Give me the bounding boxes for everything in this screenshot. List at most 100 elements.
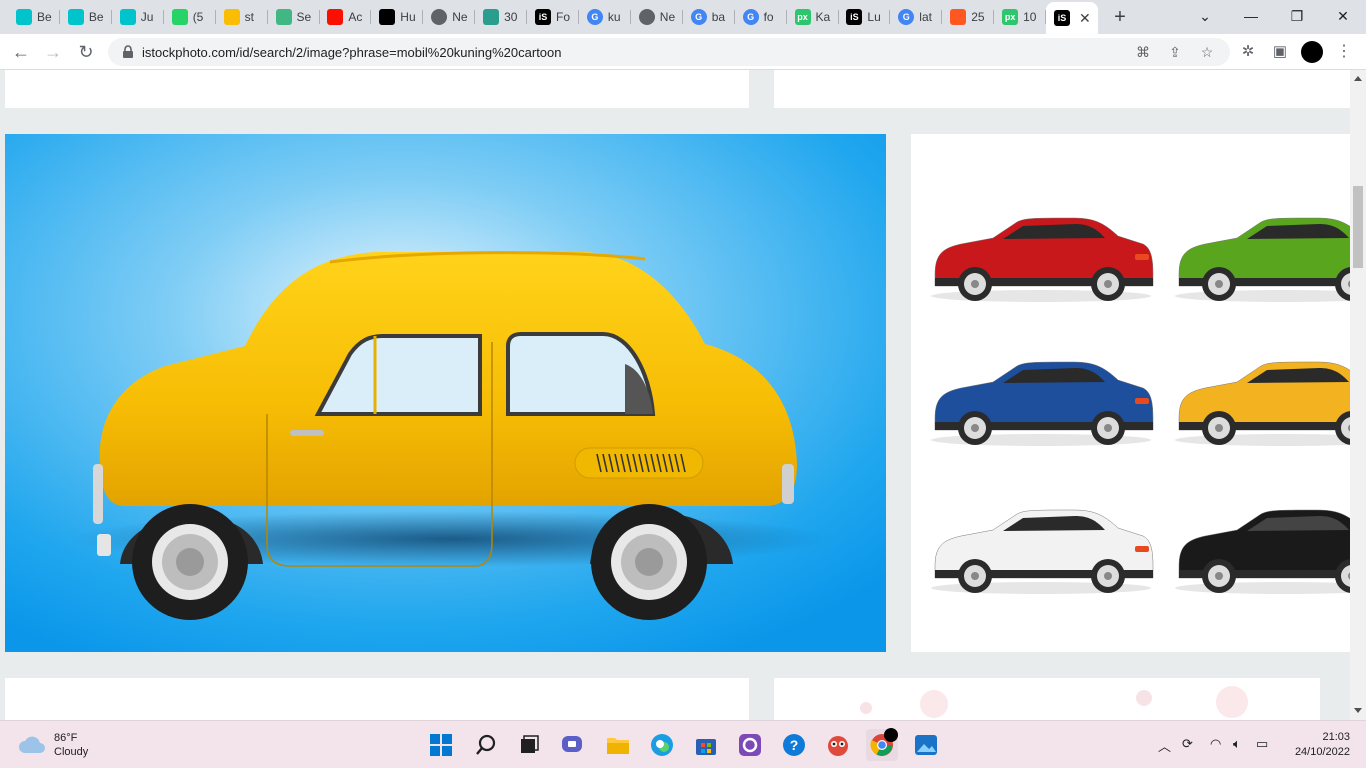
istock-icon: iS <box>846 9 863 25</box>
weather-widget[interactable]: 86°F Cloudy <box>18 731 88 759</box>
edge-button[interactable] <box>646 729 678 761</box>
new-tab-button[interactable]: + <box>1108 6 1132 28</box>
tab-search-icon[interactable]: ⌄ <box>1182 4 1228 28</box>
url-text: istockphoto.com/id/search/2/image?phrase… <box>142 45 562 60</box>
close-window-button[interactable]: ✕ <box>1320 4 1366 28</box>
system-clock[interactable]: 21:03 24/10/2022 <box>1288 730 1350 760</box>
result-card-top-right[interactable] <box>774 70 1350 108</box>
tab-10[interactable]: iS Fo <box>527 4 579 30</box>
tab-label: lat <box>919 10 932 24</box>
tab-label: Lu <box>867 10 881 24</box>
istock-icon: iS <box>1054 10 1070 26</box>
tab-8[interactable]: Ne <box>423 4 476 30</box>
profile-avatar[interactable] <box>1301 41 1323 63</box>
tab-0[interactable]: Be <box>8 4 60 30</box>
windows-taskbar: 86°F Cloudy ? ︿ ⟳ ◠ 🔈︎ ▭ 21:03 24/10/202… <box>0 720 1366 768</box>
page-scrollbar[interactable] <box>1350 70 1366 720</box>
scroll-down-icon[interactable] <box>1354 708 1362 713</box>
extensions-icon[interactable]: ✲ <box>1238 42 1258 62</box>
tab-9[interactable]: 30 <box>475 4 528 30</box>
store-button[interactable] <box>690 729 722 761</box>
browser-menu-icon[interactable]: ⋮ <box>1336 42 1352 62</box>
tab-4[interactable]: st <box>216 4 268 30</box>
scroll-up-icon[interactable] <box>1354 76 1362 81</box>
tray-overflow-icon[interactable]: ︿ <box>1158 736 1171 755</box>
tab-3[interactable]: (5 <box>164 4 216 30</box>
tab-label: Ac <box>348 10 363 24</box>
tab-18[interactable]: 25 <box>942 4 995 30</box>
result-image-suv-set[interactable] <box>911 134 1366 652</box>
tab-label: st <box>244 10 254 24</box>
svg-text:?: ? <box>790 737 799 753</box>
pixabay-icon: px <box>794 9 811 25</box>
minimize-button[interactable]: — <box>1228 4 1274 28</box>
game-app-button[interactable] <box>822 729 854 761</box>
address-bar[interactable]: istockphoto.com/id/search/2/image?phrase… <box>108 38 1230 66</box>
suv-5 <box>1175 509 1366 594</box>
close-tab-icon[interactable]: ✕ <box>1079 10 1091 27</box>
tab-11[interactable]: Gku <box>579 4 631 30</box>
tab-7[interactable]: Hu <box>371 4 424 30</box>
tab-17[interactable]: Glat <box>890 4 943 30</box>
weather-desc: Cloudy <box>54 746 89 758</box>
dreamstime-icon <box>483 9 500 25</box>
tab-active[interactable]: iS ✕ <box>1046 2 1098 34</box>
search-button[interactable] <box>470 729 502 761</box>
task-view-icon <box>521 735 539 753</box>
result-image-yellow-car[interactable] <box>5 134 886 652</box>
help-button[interactable]: ? <box>778 729 810 761</box>
translate-icon[interactable]: ⌘ <box>1134 43 1152 61</box>
shutterstock-icon <box>379 9 396 25</box>
side-panel-icon[interactable]: ▣ <box>1270 42 1290 62</box>
suv-4 <box>931 509 1154 594</box>
tab-label: 10 <box>1023 10 1037 24</box>
weather-temp: 86°F <box>54 732 78 744</box>
sync-icon[interactable]: ⟳ <box>1182 736 1193 752</box>
tab-16[interactable]: iS Lu <box>838 4 891 30</box>
forward-button[interactable]: → <box>41 40 65 64</box>
tab-13[interactable]: Gba <box>683 4 735 30</box>
back-button[interactable]: ← <box>9 40 33 64</box>
share-icon[interactable]: ⇪ <box>1166 43 1184 61</box>
result-card-top-left[interactable] <box>5 70 749 108</box>
browser-toolbar: ← → ↻ istockphoto.com/id/search/2/image?… <box>0 34 1366 70</box>
canva-icon <box>67 9 84 25</box>
chrome-icon <box>638 9 655 25</box>
bookmark-star-icon[interactable]: ☆ <box>1198 43 1216 61</box>
maximize-button[interactable]: ❐ <box>1274 4 1320 28</box>
tab-label: Se <box>296 10 312 24</box>
lock-icon <box>123 45 133 58</box>
tab-1[interactable]: Be <box>60 4 112 30</box>
tab-2[interactable]: Ju <box>112 4 164 30</box>
scrollbar-thumb[interactable] <box>1353 186 1363 268</box>
tab-12[interactable]: Ne <box>631 4 683 30</box>
result-card-bottom-right[interactable] <box>774 678 1320 720</box>
tab-label: Ka <box>815 10 831 24</box>
tab-6[interactable]: Ac <box>319 4 372 30</box>
tab-14[interactable]: Gfo <box>735 4 787 30</box>
wifi-icon[interactable]: ◠ <box>1210 736 1221 752</box>
file-explorer-button[interactable] <box>602 729 634 761</box>
tab-15[interactable]: px Ka <box>787 4 839 30</box>
battery-icon[interactable]: ▭ <box>1256 736 1268 752</box>
blogger-icon <box>950 9 967 25</box>
tab-label: Be <box>88 10 104 24</box>
tab-label: ku <box>607 10 621 24</box>
tab-5[interactable]: Se <box>268 4 320 30</box>
suv-0 <box>931 217 1154 302</box>
istock-icon: iS <box>535 9 551 25</box>
start-button[interactable] <box>425 729 457 761</box>
teams-chat-button[interactable] <box>557 729 589 761</box>
yellow-car-image <box>5 134 886 652</box>
reload-button[interactable]: ↻ <box>74 40 98 64</box>
vue-icon <box>275 9 292 25</box>
chrome-profile-badge <box>884 728 898 742</box>
tab-label: 30 <box>504 10 518 24</box>
photos-button[interactable] <box>910 729 942 761</box>
app-button-purple[interactable] <box>734 729 766 761</box>
chat-icon <box>562 736 582 752</box>
task-view-button[interactable] <box>513 729 545 761</box>
result-card-bottom-left[interactable] <box>5 678 749 720</box>
tab-19[interactable]: px 10 <box>994 4 1047 30</box>
volume-icon[interactable]: 🔈︎ <box>1233 736 1241 752</box>
